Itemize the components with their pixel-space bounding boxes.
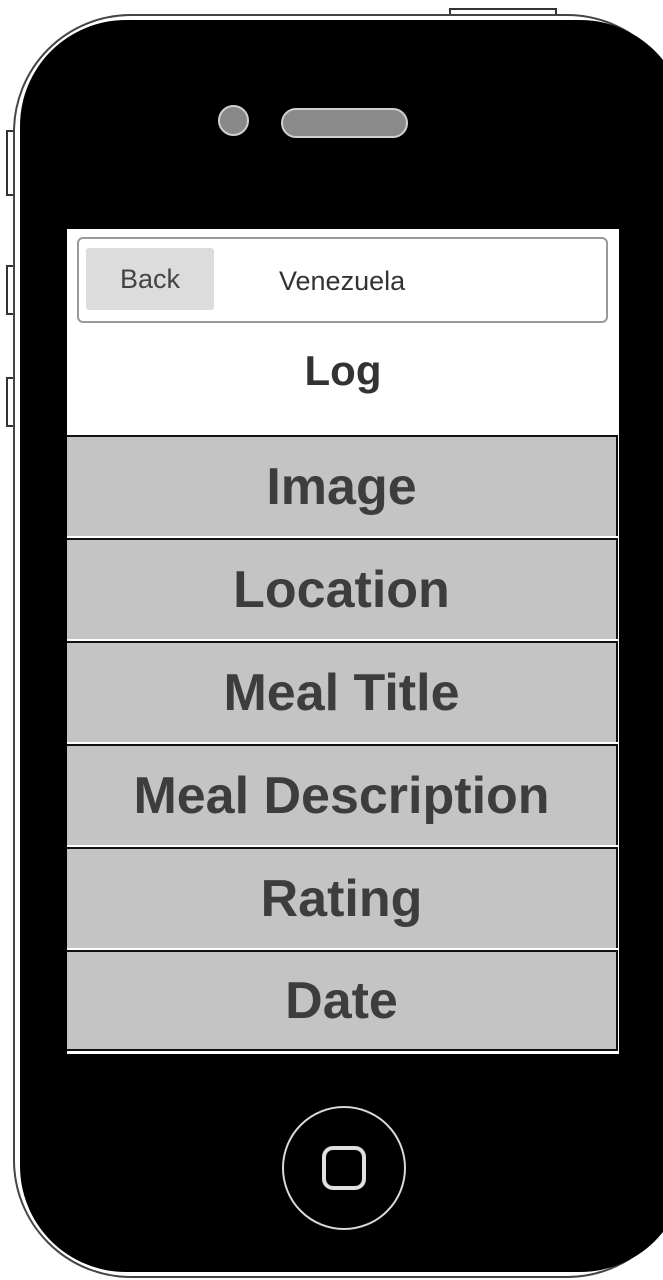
list-item-date[interactable]: Date xyxy=(67,950,618,1051)
nav-title: Venezuela xyxy=(279,266,406,296)
page-title: Log xyxy=(304,347,382,394)
list-item-meal-title[interactable]: Meal Title xyxy=(67,641,618,742)
device-mockup: Back Venezuela Log Image Location Meal T… xyxy=(0,0,663,1280)
list-item-rating[interactable]: Rating xyxy=(67,847,618,948)
list-item-image[interactable]: Image xyxy=(67,435,618,536)
back-button[interactable]: Back xyxy=(86,248,214,310)
home-button-icon[interactable] xyxy=(282,1106,406,1230)
speaker-icon xyxy=(281,108,408,138)
home-square-icon xyxy=(322,1146,366,1190)
navigation-bar: Back Venezuela xyxy=(77,237,608,323)
list-item-meal-description[interactable]: Meal Description xyxy=(67,744,618,845)
phone-screen: Back Venezuela Log Image Location Meal T… xyxy=(67,229,619,1054)
list-item-location[interactable]: Location xyxy=(67,538,618,639)
camera-icon xyxy=(218,105,249,136)
log-field-list: Image Location Meal Title Meal Descripti… xyxy=(67,435,618,1053)
